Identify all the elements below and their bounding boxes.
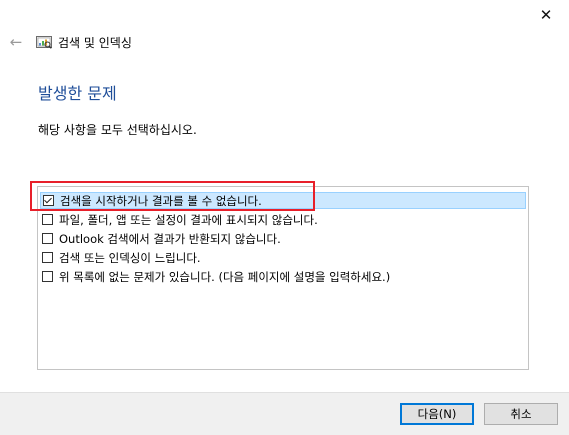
back-arrow-icon: ← — [9, 33, 23, 51]
close-button[interactable]: ✕ — [523, 0, 569, 30]
problem-checkbox[interactable] — [42, 214, 53, 225]
problem-checkbox[interactable] — [42, 252, 53, 263]
problem-label: 파일, 폴더, 앱 또는 설정이 결과에 표시되지 않습니다. — [59, 212, 318, 227]
problem-item-other[interactable]: 위 목록에 없는 문제가 있습니다. (다음 페이지에 설명을 입력하세요.) — [40, 268, 390, 285]
problem-label: 검색 또는 인덱싱이 느립니다. — [59, 250, 201, 265]
problem-label: Outlook 검색에서 결과가 반환되지 않습니다. — [59, 231, 281, 246]
problem-item-files-missing[interactable]: 파일, 폴더, 앱 또는 설정이 결과에 표시되지 않습니다. — [40, 211, 318, 228]
problem-label: 위 목록에 없는 문제가 있습니다. (다음 페이지에 설명을 입력하세요.) — [59, 269, 391, 284]
problem-checkbox[interactable] — [42, 233, 53, 244]
problem-checkbox[interactable] — [42, 271, 53, 282]
close-icon: ✕ — [539, 6, 553, 24]
problem-item-outlook-search[interactable]: Outlook 검색에서 결과가 반환되지 않습니다. — [40, 230, 281, 247]
search-indexing-app-icon — [36, 36, 52, 49]
problem-list: 검색을 시작하거나 결과를 볼 수 없습니다. 파일, 폴더, 앱 또는 설정이… — [37, 186, 529, 370]
next-button[interactable]: 다음(N) — [400, 403, 474, 425]
problem-checkbox[interactable] — [43, 195, 54, 206]
footer-bar: 다음(N) 취소 — [0, 392, 569, 435]
window-title: 검색 및 인덱싱 — [58, 35, 132, 50]
instruction-text: 해당 사항을 모두 선택하십시오. — [38, 123, 197, 137]
back-button[interactable]: ← — [5, 33, 27, 51]
cancel-button[interactable]: 취소 — [484, 403, 558, 425]
problem-item-search-not-start[interactable]: 검색을 시작하거나 결과를 볼 수 없습니다. — [40, 192, 526, 209]
page-heading: 발생한 문제 — [38, 84, 117, 103]
problem-item-slow-indexing[interactable]: 검색 또는 인덱싱이 느립니다. — [40, 249, 201, 266]
title-bar: ← 검색 및 인덱싱 — [0, 30, 132, 54]
problem-label: 검색을 시작하거나 결과를 볼 수 없습니다. — [60, 193, 262, 208]
